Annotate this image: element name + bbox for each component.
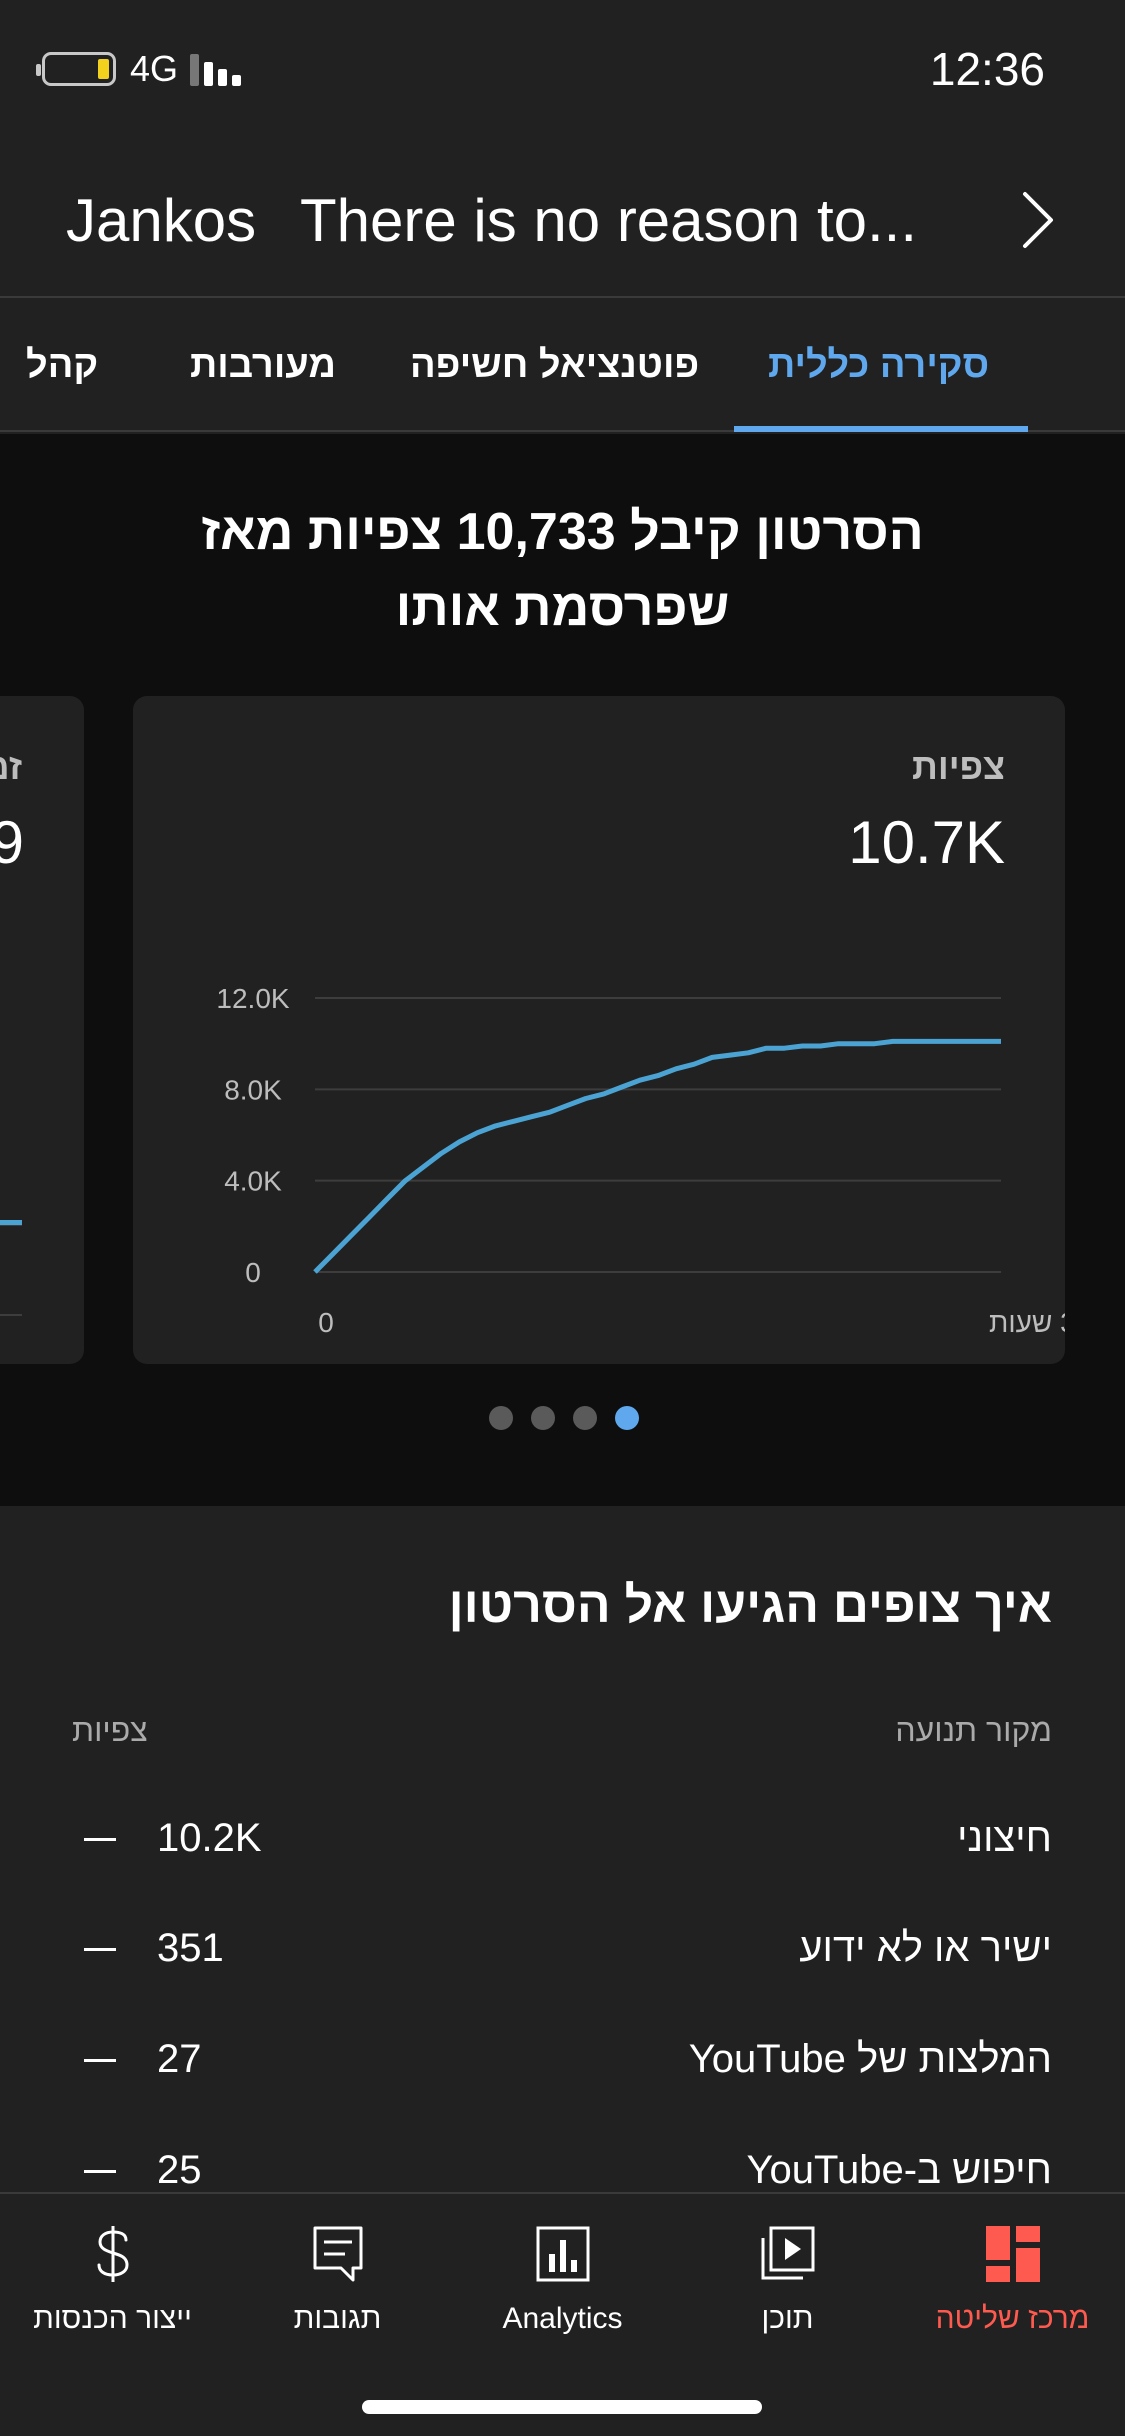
- status-bar: 4G 12:36: [0, 0, 1125, 136]
- network-type: 4G: [130, 48, 179, 89]
- video-title[interactable]: There is no reason to...: [300, 186, 917, 255]
- home-indicator: [362, 2400, 762, 2414]
- peek-card-value: 9: [0, 809, 24, 876]
- peek-gridline: [0, 1314, 22, 1316]
- tab-overview[interactable]: סקירה כללית: [768, 344, 989, 387]
- carousel-dots: [0, 1406, 1125, 1436]
- signal-icon: [190, 52, 246, 86]
- trend-dash-icon: [84, 2170, 116, 2173]
- traffic-views-header: צפיות: [72, 1712, 148, 1748]
- traffic-source-label: חיצוני: [957, 1816, 1052, 1860]
- peek-series-line: [0, 1220, 22, 1225]
- traffic-views-value: 351: [157, 1926, 224, 1970]
- nav-label: תגובות: [293, 2302, 382, 2335]
- traffic-source-label: המלצות של YouTube: [688, 2037, 1052, 2081]
- channel-name: Jankos: [66, 187, 257, 254]
- carousel-dot[interactable]: [489, 1406, 513, 1430]
- nav-label: מרכז שליטה: [935, 2302, 1090, 2335]
- dashboard-icon: [986, 2226, 1040, 2282]
- peek-card[interactable]: זמ 9 3: [0, 696, 84, 1364]
- traffic-source-label: ישיר או לא ידוע: [799, 1926, 1052, 1970]
- trend-dash-icon: [84, 1948, 116, 1951]
- views-chart: 0 4.0K 8.0K 12.0K 0 38 שעות: [216, 983, 1065, 1338]
- nav-label: Analytics: [502, 2302, 623, 2335]
- views-series-line: [313, 1038, 1001, 1274]
- x-tick-label: 0: [318, 1307, 334, 1338]
- y-tick-label: 0: [245, 1257, 261, 1288]
- summary-section: הסרטון קיבל 10,733 צפיות מאז שפרסמת אותו…: [0, 434, 1125, 1506]
- y-tick-label: 4.0K: [224, 1166, 282, 1197]
- carousel-dot-active[interactable]: [615, 1406, 639, 1430]
- views-card[interactable]: צפיות 10.7K 04.0K8.0K12.0K038 שעות: [133, 696, 1065, 1364]
- nav-label: תוכן: [761, 2302, 814, 2335]
- analytics-screen: 4G 12:36 Jankos There is no reason to...…: [0, 0, 1125, 2436]
- nav-comments[interactable]: תגובות: [225, 2212, 450, 2362]
- peek-card-label: זמ: [0, 746, 22, 787]
- active-tab-indicator: [734, 426, 1028, 432]
- status-time: 12:36: [929, 43, 1045, 95]
- tab-audience[interactable]: קהל: [26, 344, 98, 387]
- comment-icon: [313, 2226, 363, 2282]
- traffic-views-value: 10.2K: [157, 1816, 262, 1860]
- traffic-row[interactable]: ישיר או לא ידוע 351: [0, 1906, 1125, 2016]
- x-tick-label: 38 שעות: [989, 1307, 1065, 1338]
- traffic-row[interactable]: חיצוני 10.2K: [0, 1796, 1125, 1906]
- tab-reach[interactable]: פוטנציאל חשיפה: [410, 344, 699, 387]
- trend-dash-icon: [84, 1838, 116, 1841]
- nav-content[interactable]: תוכן: [675, 2212, 900, 2362]
- nav-monetization[interactable]: ייצור הכנסות: [0, 2212, 225, 2362]
- video-header: Jankos There is no reason to...: [0, 136, 1125, 298]
- traffic-source-header: מקור תנועה: [895, 1712, 1052, 1748]
- y-tick-label: 12.0K: [216, 983, 289, 1014]
- traffic-views-value: 25: [157, 2148, 202, 2192]
- nav-dashboard[interactable]: מרכז שליטה: [900, 2212, 1125, 2362]
- tab-bar: סקירה כללית פוטנציאל חשיפה מעורבות קהל: [0, 300, 1125, 432]
- trend-dash-icon: [84, 2059, 116, 2062]
- traffic-views-value: 27: [157, 2037, 202, 2081]
- traffic-source-label: חיפוש ב-YouTube: [746, 2148, 1052, 2192]
- battery-icon: [36, 52, 116, 86]
- nav-analytics[interactable]: Analytics: [450, 2212, 675, 2362]
- traffic-row[interactable]: המלצות של YouTube 27: [0, 2017, 1125, 2127]
- chevron-right-icon[interactable]: [1009, 188, 1065, 252]
- carousel-dot[interactable]: [573, 1406, 597, 1430]
- traffic-title: איך צופים הגיעו אל הסרטון: [448, 1577, 1052, 1633]
- summary-title: הסרטון קיבל 10,733 צפיות מאז שפרסמת אותו: [201, 503, 924, 637]
- carousel-dot[interactable]: [531, 1406, 555, 1430]
- nav-label: ייצור הכנסות: [33, 2302, 192, 2335]
- content-icon: [761, 2226, 815, 2280]
- dollar-icon: [97, 2226, 129, 2282]
- tab-engagement[interactable]: מעורבות: [190, 344, 336, 387]
- y-tick-label: 8.0K: [224, 1074, 282, 1105]
- traffic-sources-section: איך צופים הגיעו אל הסרטון מקור תנועה צפי…: [0, 1506, 1125, 2192]
- analytics-icon: [536, 2226, 590, 2282]
